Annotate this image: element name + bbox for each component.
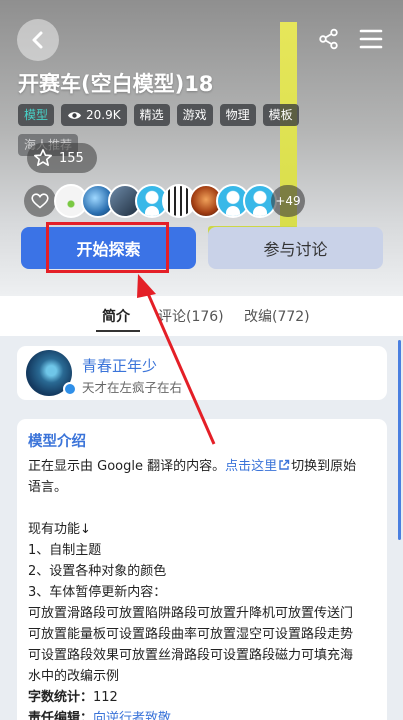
word-count-label: 字数统计：	[28, 690, 94, 705]
star-count: 155	[59, 150, 84, 166]
external-link-icon	[279, 459, 290, 470]
menu-button[interactable]	[358, 26, 384, 52]
tag-views: 20.9K	[61, 104, 127, 126]
description-heading: 模型介绍	[28, 434, 86, 450]
editor-label: 责任编辑：	[28, 711, 94, 720]
verified-badge-icon	[63, 382, 77, 396]
editor-link[interactable]: 向逆行者致敬	[93, 711, 171, 720]
tag-physics[interactable]: 物理	[219, 104, 256, 126]
feature-item: 3、车体暂停更新内容：	[28, 585, 167, 600]
tag-game[interactable]: 游戏	[176, 104, 213, 126]
start-explore-button[interactable]: 开始探索	[21, 227, 196, 269]
heart-icon	[31, 193, 49, 209]
hamburger-menu-icon	[359, 29, 383, 49]
join-discussion-button[interactable]: 参与讨论	[208, 227, 383, 269]
feature-item: 2、设置各种对象的颜色	[28, 564, 167, 579]
more-supporters-count[interactable]: +49	[271, 185, 305, 217]
tab-bar: 简介 评论(176) 改编(772)	[0, 296, 403, 336]
translation-notice-text: 切换到原始	[291, 459, 357, 474]
switch-language-link[interactable]: 点击这里	[225, 459, 277, 474]
feature-item: 1、自制主题	[28, 543, 102, 558]
tab-adaptations[interactable]: 改编(772)	[244, 306, 310, 326]
tag-label: 精选	[139, 108, 164, 122]
view-count: 20.9K	[86, 108, 121, 122]
chevron-left-icon	[32, 31, 43, 49]
share-button[interactable]	[316, 26, 342, 52]
author-signature: 天才在左疯子在右	[82, 380, 183, 395]
update-line: 可放置能量板可设置路段曲率可放置湿空可设置路段走势	[28, 627, 354, 642]
tag-list: 模型 20.9K 精选 游戏 物理 模板	[18, 104, 299, 126]
supporter-avatars: +49	[24, 184, 305, 218]
word-count-row: 字数统计：112	[28, 687, 383, 708]
author-card[interactable]: 青春正年少 天才在左疯子在右	[17, 346, 387, 400]
editor-row: 责任编辑：向逆行者致敬	[28, 708, 383, 720]
like-button[interactable]	[24, 185, 56, 217]
scrollbar[interactable]	[398, 340, 401, 540]
star-button[interactable]: 155	[27, 143, 97, 173]
eye-icon	[68, 111, 82, 119]
update-line: 可放置滑路段可放置陷阱路段可放置升降机可放置传送门	[28, 606, 354, 621]
update-line: 可设置路段效果可放置丝滑路段可设置路段磁力可填充海	[28, 648, 354, 663]
star-icon	[34, 149, 52, 166]
description-card: 模型介绍 正在显示由 Google 翻译的内容。点击这里 切换到原始 语言。 现有…	[17, 419, 387, 720]
translation-notice: 正在显示由 Google 翻译的内容。点击这里 切换到原始	[28, 456, 383, 477]
tab-comments[interactable]: 评论(176)	[158, 306, 224, 326]
back-button[interactable]	[17, 19, 59, 61]
tag-featured[interactable]: 精选	[133, 104, 170, 126]
tag-label: 游戏	[182, 108, 207, 122]
translation-notice-text: 语言。	[28, 480, 68, 495]
share-icon	[319, 28, 338, 50]
features-title: 现有功能↓	[28, 522, 91, 537]
description-body: 正在显示由 Google 翻译的内容。点击这里 切换到原始 语言。 现有功能↓ 1…	[28, 456, 383, 720]
tag-template[interactable]: 模板	[262, 104, 299, 126]
active-tab-indicator	[96, 330, 140, 332]
tag-label: 物理	[225, 108, 250, 122]
word-count-value: 112	[93, 690, 118, 705]
tag-label: 模型	[24, 108, 49, 122]
update-line: 水中的改编示例	[28, 669, 120, 684]
page-title: 开赛车(空白模型)18	[18, 72, 214, 96]
tag-label: 模板	[268, 108, 293, 122]
tab-intro[interactable]: 简介	[102, 306, 130, 326]
translation-notice-text: 正在显示由 Google 翻译的内容。	[28, 459, 226, 474]
tag-model[interactable]: 模型	[18, 104, 55, 126]
author-name[interactable]: 青春正年少	[82, 355, 157, 376]
